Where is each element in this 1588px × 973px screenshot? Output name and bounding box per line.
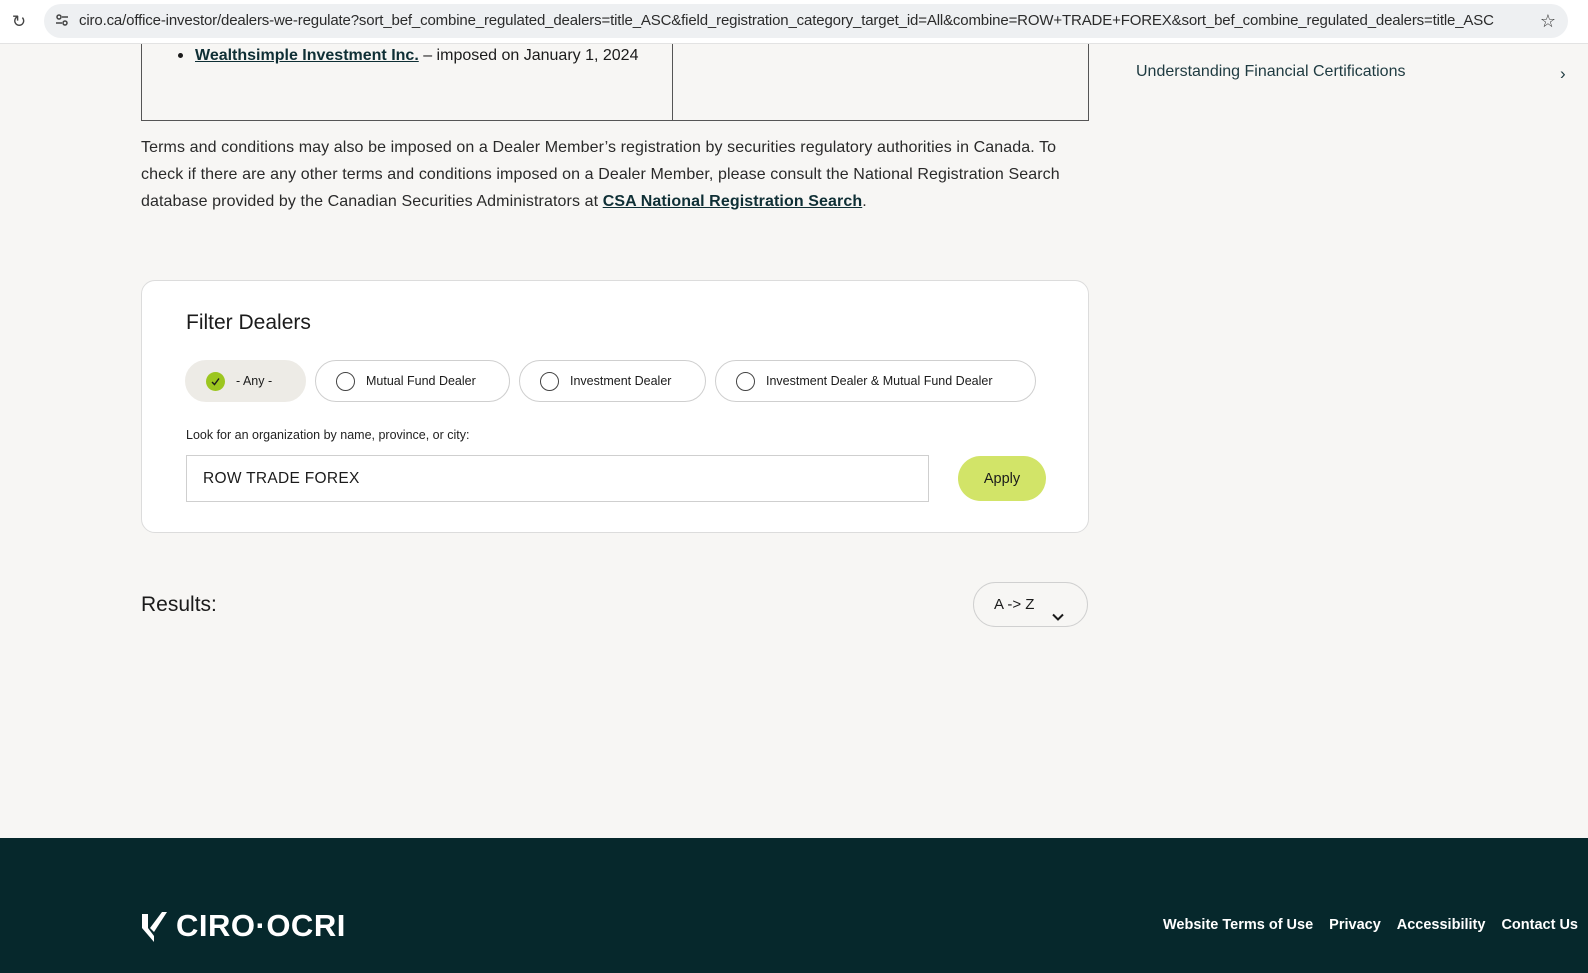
search-label: Look for an organization by name, provin… (186, 428, 470, 442)
filter-option-label: Investment Dealer & Mutual Fund Dealer (766, 374, 993, 388)
sidebar-link-financial-certifications[interactable]: Understanding Financial Certifications (1136, 60, 1405, 84)
dealer-link[interactable]: Wealthsimple Investment Inc. (195, 47, 419, 64)
footer-link-website-terms[interactable]: Website Terms of Use (1163, 915, 1313, 935)
bullet-icon (178, 53, 183, 58)
terms-table: Wealthsimple Investment Inc. – imposed o… (141, 44, 1089, 121)
terms-list: Wealthsimple Investment Inc. – imposed o… (178, 44, 655, 68)
address-bar[interactable]: ciro.ca/office-investor/dealers-we-regul… (44, 4, 1568, 38)
dealer-note: – imposed on January 1, 2024 (418, 47, 639, 64)
sort-select[interactable]: A -> Z (973, 582, 1088, 627)
footer-links: Website Terms of Use Privacy Accessibility… (1163, 915, 1588, 935)
paragraph-end: . (862, 193, 867, 210)
filter-title: Filter Dealers (186, 311, 311, 334)
browser-toolbar: ↻ ciro.ca/office-investor/dealers-we-reg… (0, 0, 1588, 44)
footer: CIRO·OCRI Website Terms of Use Privacy Acc… (0, 838, 1588, 973)
footer-link-accessibility[interactable]: Accessibility (1397, 915, 1486, 935)
url-text[interactable]: ciro.ca/office-investor/dealers-we-regul… (79, 4, 1519, 38)
logo-text: CIRO·OCRI (176, 908, 346, 943)
search-input[interactable] (186, 455, 929, 502)
filter-option-any[interactable]: - Any - (185, 360, 306, 402)
footer-link-contact[interactable]: Contact Us (1501, 915, 1578, 935)
apply-button[interactable]: Apply (958, 456, 1046, 501)
paragraph-text: Terms and conditions may also be imposed… (141, 139, 1060, 210)
filter-option-label: Mutual Fund Dealer (366, 374, 476, 388)
footer-link-privacy[interactable]: Privacy (1329, 915, 1381, 935)
chevron-right-icon[interactable]: › (1560, 62, 1566, 86)
filter-option-mutual-fund-dealer[interactable]: Mutual Fund Dealer (315, 360, 510, 402)
filter-option-investment-and-mutual-fund-dealer[interactable]: Investment Dealer & Mutual Fund Dealer (715, 360, 1036, 402)
list-item: Wealthsimple Investment Inc. – imposed o… (178, 44, 655, 68)
bookmark-star-icon[interactable]: ☆ (1540, 10, 1556, 32)
reload-icon[interactable]: ↻ (8, 11, 30, 33)
csa-registration-link[interactable]: CSA National Registration Search (603, 193, 863, 210)
sort-value: A -> Z (994, 596, 1035, 613)
terms-paragraph: Terms and conditions may also be imposed… (141, 134, 1086, 215)
filter-option-label: - Any - (236, 374, 273, 388)
filter-option-investment-dealer[interactable]: Investment Dealer (519, 360, 706, 402)
ciro-logo-mark-icon (142, 912, 167, 942)
chevron-down-icon (1051, 598, 1065, 641)
site-info-icon[interactable] (53, 12, 71, 30)
radio-icon (336, 372, 355, 391)
radio-icon (540, 372, 559, 391)
filter-dealers-card: Filter Dealers - Any - Mutual Fund Deale… (141, 280, 1089, 533)
table-column-divider (672, 44, 673, 120)
results-label: Results: (141, 593, 217, 616)
check-icon (206, 372, 225, 391)
filter-option-label: Investment Dealer (570, 374, 672, 388)
radio-icon (736, 372, 755, 391)
